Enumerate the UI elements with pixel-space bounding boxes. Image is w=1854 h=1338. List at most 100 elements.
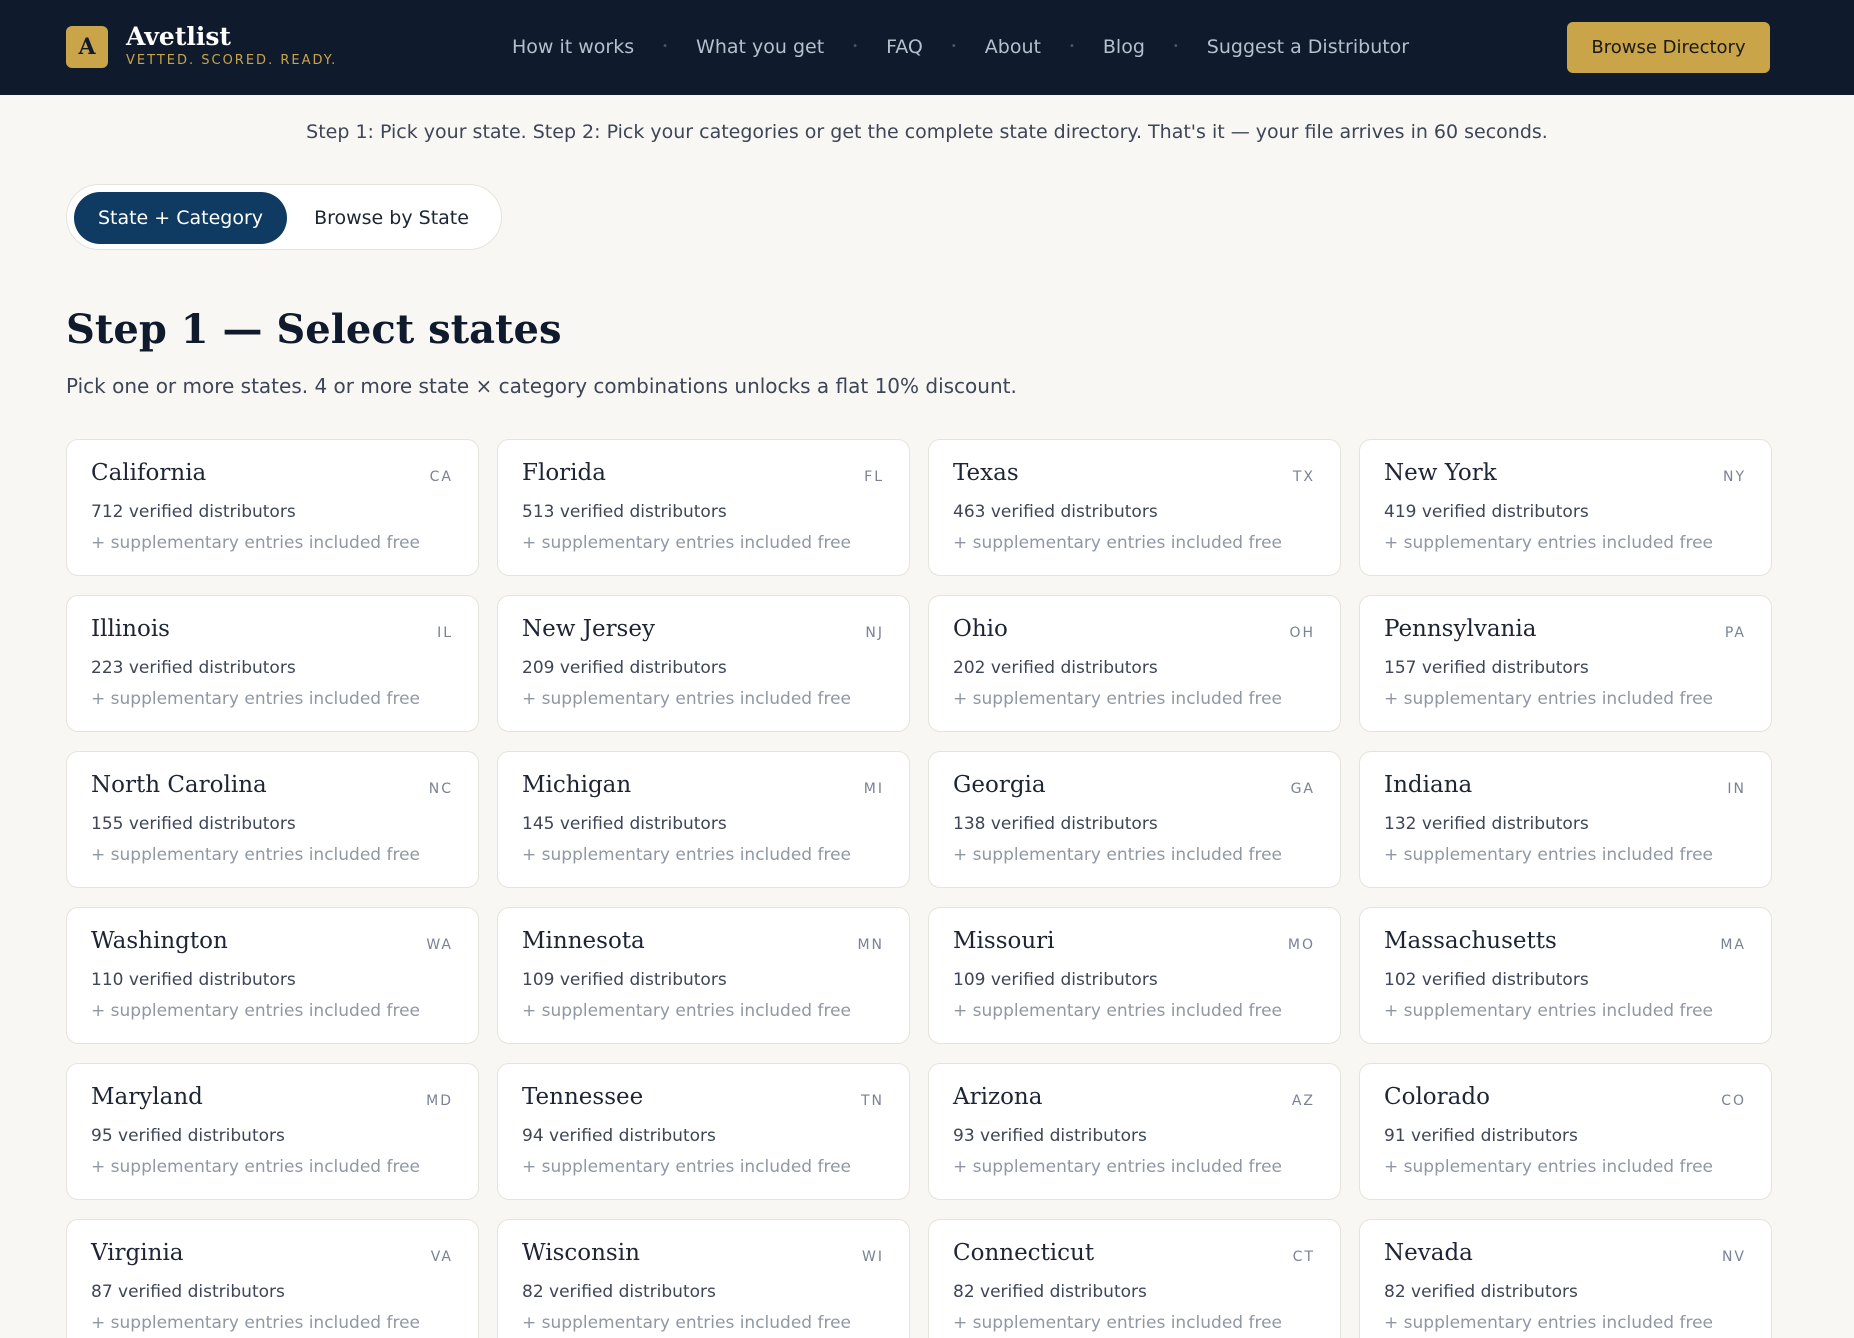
nav-separator: • [662,41,669,52]
state-card-mo[interactable]: Missouri MO 109 verified distributors + sup… [928,907,1341,1044]
state-abbr: NY [1722,469,1746,485]
step-subtitle: Pick one or more states. 4 or more state… [66,374,1017,398]
state-card-ga[interactable]: Georgia GA 138 verified distributors + supp… [928,751,1341,888]
distributor-count: 145 verified distributors [522,814,727,834]
distributor-count: 87 verified distributors [91,1282,285,1302]
state-name: Missouri [953,928,1055,954]
state-name: Ohio [953,616,1008,642]
brand-name[interactable]: Avetlist [126,22,231,52]
state-abbr: WI [862,1249,884,1265]
nav-blog[interactable]: Blog [1103,32,1145,62]
state-card-ca[interactable]: California CA 712 verified distributors + s… [66,439,479,576]
state-card-tx[interactable]: Texas TX 463 verified distributors + supple… [928,439,1341,576]
distributor-count: 155 verified distributors [91,814,296,834]
state-abbr: IN [1727,781,1746,797]
state-abbr: WA [426,937,453,953]
state-card-il[interactable]: Illinois IL 223 verified distributors + sup… [66,595,479,732]
nav-separator: • [1068,41,1075,52]
state-name: Nevada [1384,1240,1473,1266]
state-card-ct[interactable]: Connecticut CT 82 verified distributors + s… [928,1219,1341,1338]
state-name: Virginia [91,1240,184,1266]
state-name: North Carolina [91,772,267,798]
state-abbr: MD [426,1093,453,1109]
state-abbr: CA [429,469,453,485]
state-name: Georgia [953,772,1046,798]
state-card-tn[interactable]: Tennessee TN 94 verified distributors + sup… [497,1063,910,1200]
supplementary-note: + supplementary entries included free [953,845,1283,865]
state-card-nj[interactable]: New Jersey NJ 209 verified distributors + s… [497,595,910,732]
state-name: New York [1384,460,1497,486]
distributor-count: 95 verified distributors [91,1126,285,1146]
distributor-count: 223 verified distributors [91,658,296,678]
distributor-count: 102 verified distributors [1384,970,1589,990]
supplementary-note: + supplementary entries included free [1384,689,1714,709]
state-name: Illinois [91,616,170,642]
nav-about[interactable]: About [985,32,1041,62]
state-name: Wisconsin [522,1240,640,1266]
state-card-az[interactable]: Arizona AZ 93 verified distributors + suppl… [928,1063,1341,1200]
supplementary-note: + supplementary entries included free [91,1313,421,1333]
state-card-va[interactable]: Virginia VA 87 verified distributors + supp… [66,1219,479,1338]
state-abbr: MA [1720,937,1746,953]
nav-what-you-get[interactable]: What you get [696,32,824,62]
state-card-wa[interactable]: Washington WA 110 verified distributors + s… [66,907,479,1044]
state-abbr: NV [1721,1249,1746,1265]
state-abbr: TX [1292,469,1315,485]
state-abbr: CO [1721,1093,1746,1109]
state-abbr: PA [1724,625,1746,641]
supplementary-note: + supplementary entries included free [1384,1313,1714,1333]
brand-tagline: VETTED. SCORED. READY. [126,53,338,68]
top-navbar: A Avetlist VETTED. SCORED. READY. How it… [0,0,1854,95]
state-grid: California CA 712 verified distributors + s… [66,439,1772,1338]
logo-icon[interactable]: A [66,26,108,68]
browse-directory-button[interactable]: Browse Directory [1567,22,1770,73]
supplementary-note: + supplementary entries included free [1384,533,1714,553]
distributor-count: 138 verified distributors [953,814,1158,834]
nav-faq[interactable]: FAQ [886,32,923,62]
supplementary-note: + supplementary entries included free [522,689,852,709]
supplementary-note: + supplementary entries included free [522,1001,852,1021]
state-card-co[interactable]: Colorado CO 91 verified distributors + supp… [1359,1063,1772,1200]
state-card-wi[interactable]: Wisconsin WI 82 verified distributors + sup… [497,1219,910,1338]
supplementary-note: + supplementary entries included free [522,533,852,553]
state-card-nv[interactable]: Nevada NV 82 verified distributors + supple… [1359,1219,1772,1338]
state-card-ma[interactable]: Massachusetts MA 102 verified distributors… [1359,907,1772,1044]
state-card-in[interactable]: Indiana IN 132 verified distributors + supp… [1359,751,1772,888]
state-name: California [91,460,207,486]
state-card-fl[interactable]: Florida FL 513 verified distributors + supp… [497,439,910,576]
state-card-oh[interactable]: Ohio OH 202 verified distributors + supplem… [928,595,1341,732]
distributor-count: 463 verified distributors [953,502,1158,522]
state-abbr: NJ [865,625,884,641]
state-abbr: VA [430,1249,453,1265]
state-card-ny[interactable]: New York NY 419 verified distributors + sup… [1359,439,1772,576]
distributor-count: 110 verified distributors [91,970,296,990]
tab-browse-by-state[interactable]: Browse by State [289,192,494,244]
supplementary-note: + supplementary entries included free [91,533,421,553]
nav-separator: • [852,41,859,52]
supplementary-note: + supplementary entries included free [953,1157,1283,1177]
distributor-count: 419 verified distributors [1384,502,1589,522]
supplementary-note: + supplementary entries included free [953,689,1283,709]
state-card-nc[interactable]: North Carolina NC 155 verified distributor… [66,751,479,888]
supplementary-note: + supplementary entries included free [522,1157,852,1177]
state-abbr: IL [437,625,453,641]
supplementary-note: + supplementary entries included free [953,533,1283,553]
distributor-count: 82 verified distributors [522,1282,716,1302]
state-card-mi[interactable]: Michigan MI 145 verified distributors + sup… [497,751,910,888]
distributor-count: 93 verified distributors [953,1126,1147,1146]
nav-how-it-works[interactable]: How it works [512,32,634,62]
state-card-mn[interactable]: Minnesota MN 109 verified distributors + su… [497,907,910,1044]
distributor-count: 109 verified distributors [522,970,727,990]
distributor-count: 94 verified distributors [522,1126,716,1146]
state-name: Michigan [522,772,632,798]
distributor-count: 109 verified distributors [953,970,1158,990]
distributor-count: 82 verified distributors [1384,1282,1578,1302]
state-abbr: NC [428,781,453,797]
state-card-pa[interactable]: Pennsylvania PA 157 verified distributors +… [1359,595,1772,732]
nav-suggest-distributor[interactable]: Suggest a Distributor [1207,32,1409,62]
tab-state-category[interactable]: State + Category [74,192,287,244]
state-card-md[interactable]: Maryland MD 95 verified distributors + supp… [66,1063,479,1200]
main-nav: How it works • What you get • FAQ • Abou… [512,32,1409,62]
state-name: Indiana [1384,772,1473,798]
state-name: Minnesota [522,928,645,954]
